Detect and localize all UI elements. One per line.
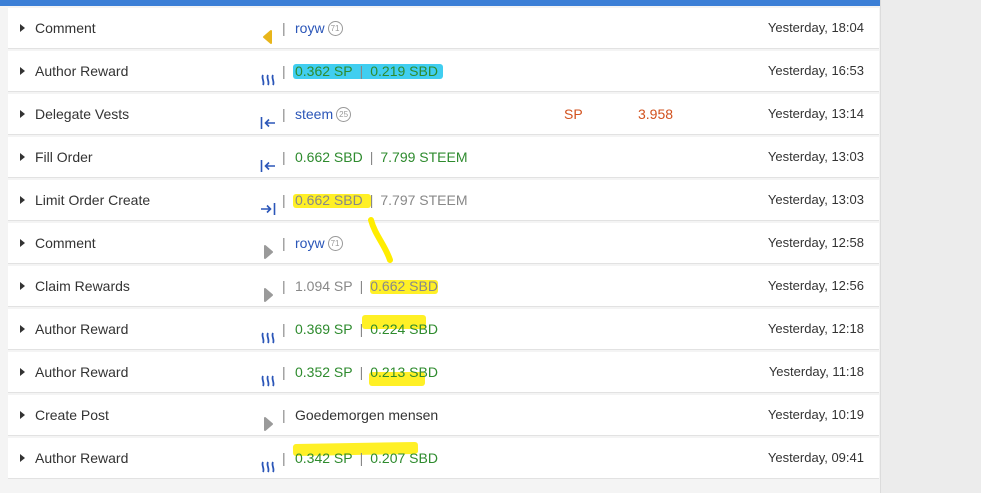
yellow-annotation-stroke — [368, 217, 393, 263]
